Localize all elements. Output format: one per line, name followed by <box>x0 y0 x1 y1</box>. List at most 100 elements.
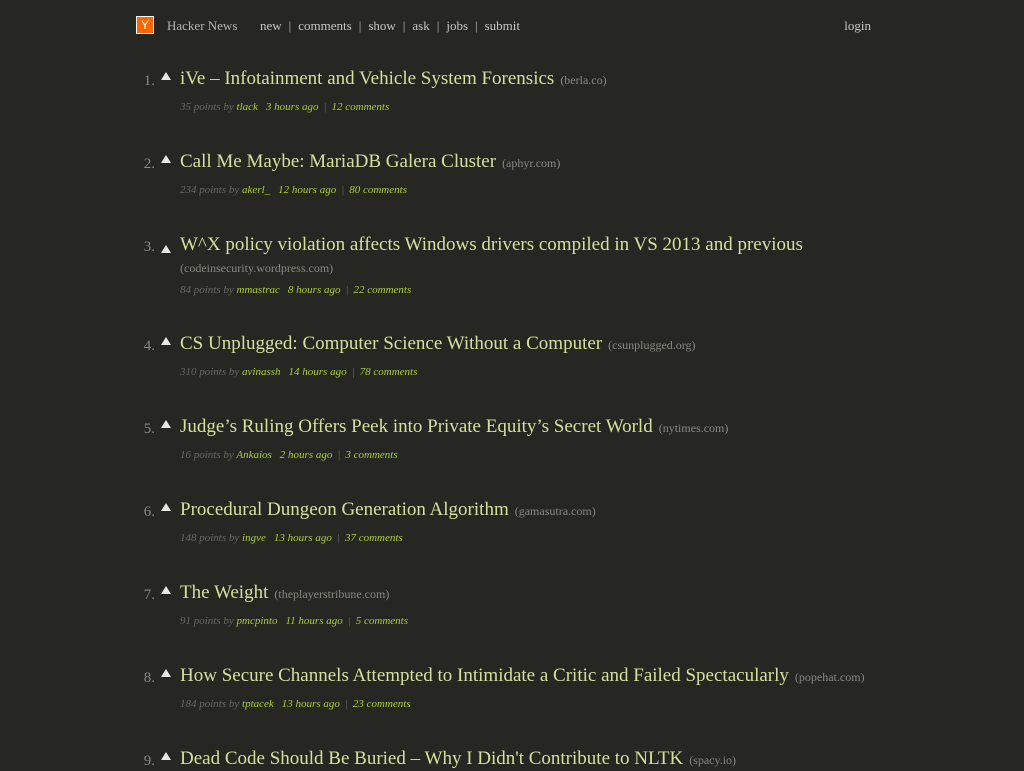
upvote-arrow-icon[interactable] <box>161 586 171 594</box>
story-subtext: 84 points by mmastrac 8 hours ago | 22 comm… <box>180 284 411 296</box>
upvote-arrow-icon[interactable] <box>161 752 171 760</box>
story-title-link[interactable]: Call Me Maybe: MariaDB Galera Cluster <box>180 151 496 172</box>
upvote-arrow-icon[interactable] <box>161 337 171 345</box>
story-site: (theplayerstribune.com) <box>274 587 390 601</box>
story-age-link[interactable]: 3 hours ago <box>266 101 319 113</box>
subtext-separator: | <box>323 101 327 113</box>
nav-separator: | <box>475 18 478 33</box>
story-comments-link[interactable]: 3 comments <box>345 449 397 461</box>
story-age-link[interactable]: 2 hours ago <box>280 449 333 461</box>
story-rank: 1. <box>143 73 155 89</box>
story-comments-link[interactable]: 37 comments <box>345 532 403 544</box>
story-user-link[interactable]: pmcpinto <box>237 615 278 627</box>
story-comments-link[interactable]: 80 comments <box>349 184 407 196</box>
story-title-link[interactable]: Judge’s Ruling Offers Peek into Private … <box>180 416 653 437</box>
story-age-link[interactable]: 13 hours ago <box>274 532 332 544</box>
story-title-link[interactable]: CS Unplugged: Computer Science Without a… <box>180 333 602 354</box>
subtext-separator: | <box>351 366 355 378</box>
story-title-line: Procedural Dungeon Generation Algorithm (… <box>180 499 880 522</box>
nav-separator: | <box>358 18 362 33</box>
upvote-arrow-icon[interactable] <box>161 420 171 428</box>
story-points: 148 points by <box>180 532 240 544</box>
story-age-link[interactable]: 11 hours ago <box>285 615 342 627</box>
story-title-line: Judge’s Ruling Offers Peek into Private … <box>180 416 880 439</box>
story-points: 310 points by <box>180 366 240 378</box>
story-title-line: W^X policy violation affects Windows dri… <box>180 234 880 279</box>
upvote-arrow-icon[interactable] <box>161 669 171 677</box>
header-bar: Y Hacker News new | comments | show | ask | jobs… <box>0 0 1024 52</box>
story-title-line: How Secure Channels Attempted to Intimid… <box>180 665 880 688</box>
nav-comments-link[interactable]: comments <box>298 18 351 33</box>
story-rank: 4. <box>143 338 155 354</box>
story-subtext: 184 points by tptacek 13 hours ago | 23 com… <box>180 698 411 710</box>
story-points: 84 points by <box>180 284 234 296</box>
story-rank: 8. <box>143 670 155 686</box>
upvote-arrow-icon[interactable] <box>161 155 171 163</box>
story-title-link[interactable]: How Secure Channels Attempted to Intimid… <box>180 665 789 686</box>
story-comments-link[interactable]: 22 comments <box>354 284 412 296</box>
story-subtext: 35 points by tlack 3 hours ago | 12 comment… <box>180 101 389 113</box>
story-title-line: The Weight (theplayerstribune.com) <box>180 582 880 605</box>
story-age-link[interactable]: 13 hours ago <box>282 698 340 710</box>
story-user-link[interactable]: ingve <box>242 532 266 544</box>
story-rank: 7. <box>143 587 155 603</box>
story-site: (csunplugged.org) <box>608 338 696 352</box>
subtext-separator: | <box>344 698 348 710</box>
nav-ask-link[interactable]: ask <box>412 18 429 33</box>
story-user-link[interactable]: avinassh <box>242 366 281 378</box>
y-logo-icon[interactable]: Y <box>136 16 154 34</box>
story-title-link[interactable]: Procedural Dungeon Generation Algorithm <box>180 499 509 520</box>
story-title-link[interactable]: W^X policy violation affects Windows dri… <box>180 234 803 255</box>
story-points: 234 points by <box>180 184 240 196</box>
upvote-arrow-icon[interactable] <box>161 503 171 511</box>
subtext-separator: | <box>347 615 351 627</box>
nav-new-link[interactable]: new <box>260 18 282 33</box>
story-site: (nytimes.com) <box>658 421 729 435</box>
story-subtext: 310 points by avinassh 14 hours ago | 78 co… <box>180 366 417 378</box>
story-comments-link[interactable]: 23 comments <box>353 698 411 710</box>
subtext-separator: | <box>341 184 345 196</box>
nav-separator: | <box>436 18 440 33</box>
upvote-arrow-icon[interactable] <box>161 72 171 80</box>
top-nav: new | comments | show | ask | jobs | submit <box>260 18 520 34</box>
nav-jobs-link[interactable]: jobs <box>446 18 468 33</box>
story-age-link[interactable]: 12 hours ago <box>278 184 336 196</box>
nav-submit-link[interactable]: submit <box>485 18 520 33</box>
subtext-separator: | <box>345 284 349 296</box>
story-comments-link[interactable]: 12 comments <box>332 101 390 113</box>
story-comments-link[interactable]: 78 comments <box>360 366 418 378</box>
story-points: 91 points by <box>180 615 234 627</box>
story-age-link[interactable]: 8 hours ago <box>288 284 341 296</box>
story-title-link[interactable]: The Weight <box>180 582 268 603</box>
story-subtext: 234 points by akerl_ 12 hours ago | 80 comm… <box>180 184 407 196</box>
story-title-link[interactable]: Dead Code Should Be Buried – Why I Didn'… <box>180 748 683 769</box>
story-title-link[interactable]: iVe – Infotainment and Vehicle System Fo… <box>180 68 554 89</box>
story-user-link[interactable]: akerl_ <box>242 184 270 196</box>
story-rank: 6. <box>143 504 155 520</box>
story-rank: 2. <box>143 156 155 172</box>
nav-separator: | <box>402 18 406 33</box>
subtext-separator: | <box>337 449 341 461</box>
story-points: 184 points by <box>180 698 240 710</box>
site-name-link[interactable]: Hacker News <box>167 18 237 34</box>
story-subtext: 91 points by pmcpinto 11 hours ago | 5 comm… <box>180 615 408 627</box>
story-comments-link[interactable]: 5 comments <box>356 615 408 627</box>
story-age-link[interactable]: 14 hours ago <box>289 366 347 378</box>
story-rank: 3. <box>143 239 155 255</box>
story-points: 35 points by <box>180 101 234 113</box>
upvote-arrow-icon[interactable] <box>161 245 171 253</box>
login-link[interactable]: login <box>844 18 871 34</box>
story-user-link[interactable]: tptacek <box>242 698 274 710</box>
story-points: 16 points by <box>180 449 234 461</box>
story-site: (berla.co) <box>560 73 607 87</box>
story-title-line: Call Me Maybe: MariaDB Galera Cluster (ap… <box>180 151 880 174</box>
story-user-link[interactable]: mmastrac <box>237 284 280 296</box>
story-user-link[interactable]: tlack <box>237 101 258 113</box>
story-subtext: 148 points by ingve 13 hours ago | 37 comme… <box>180 532 403 544</box>
story-title-line: CS Unplugged: Computer Science Without a… <box>180 333 880 356</box>
nav-separator: | <box>288 18 292 33</box>
story-user-link[interactable]: Ankaios <box>236 449 271 461</box>
story-subtext: 16 points by Ankaios 2 hours ago | 3 commen… <box>180 449 398 461</box>
story-site: (spacy.io) <box>689 753 737 767</box>
nav-show-link[interactable]: show <box>368 18 395 33</box>
